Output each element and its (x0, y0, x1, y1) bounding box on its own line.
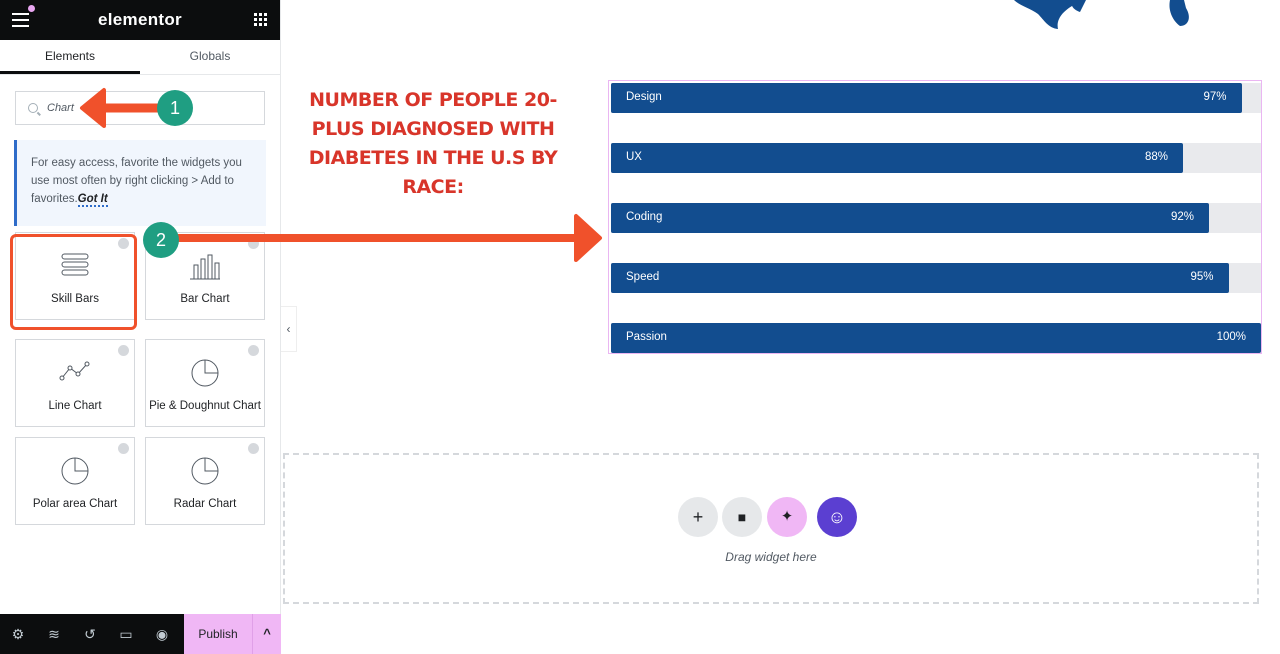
drop-zone[interactable]: + ■ ✦ ☺ Drag widget here (283, 453, 1259, 604)
hamburger-menu-icon[interactable] (12, 13, 29, 31)
tab-globals[interactable]: Globals (140, 40, 280, 74)
elementor-logo: elementor (98, 10, 182, 29)
apps-grid-icon[interactable] (254, 13, 267, 26)
skill-percent: 100% (1216, 331, 1246, 343)
skill-bar-fill: Speed 95% (611, 263, 1229, 293)
settings-icon[interactable]: ⚙ (0, 626, 36, 643)
preview-eye-icon[interactable]: ◉ (144, 626, 180, 643)
widget-radar-chart[interactable]: Radar Chart (145, 437, 265, 525)
chevron-up-icon[interactable]: ^ (252, 614, 281, 654)
panel-header: elementor (0, 0, 280, 40)
pro-icon (248, 238, 259, 249)
pro-icon (118, 443, 129, 454)
line-chart-icon (59, 361, 90, 381)
skill-name: Design (626, 91, 662, 103)
skill-bar-fill: Passion 100% (611, 323, 1261, 353)
skill-bar-track: Passion 100% (611, 323, 1261, 353)
skill-bar-track: UX 88% (611, 143, 1261, 173)
section-heading: Number of people 20-plus diagnosed with … (308, 89, 558, 198)
collapse-panel-button[interactable]: ‹ (281, 306, 297, 352)
bar-chart-icon (190, 254, 220, 280)
step-badge-2: 2 (143, 222, 179, 258)
elementor-kit-icon[interactable]: ☺ (817, 497, 857, 537)
pro-icon (248, 443, 259, 454)
skill-percent: 92% (1170, 211, 1194, 223)
widget-label: Line Chart (48, 400, 102, 412)
widget-line-chart[interactable]: Line Chart (15, 339, 135, 427)
step-badge-1: 1 (157, 90, 193, 126)
skill-bar-track: Speed 95% (611, 263, 1261, 293)
widget-label: Radar Chart (173, 498, 237, 510)
widget-polar-area-chart[interactable]: Polar area Chart (15, 437, 135, 525)
panel-footer: ⚙ ≋ ↺ ▭ ◉ Publish ^ (0, 614, 281, 654)
drag-widget-text: Drag widget here (725, 550, 817, 564)
layers-icon[interactable]: ≋ (36, 626, 72, 643)
search-icon (28, 103, 38, 113)
search-value: Chart (47, 102, 74, 114)
publish-button[interactable]: Publish (184, 614, 252, 654)
skill-bar-track: Coding 92% (611, 203, 1261, 233)
template-folder-icon[interactable]: ■ (722, 497, 762, 537)
skill-bar-fill: Design 97% (611, 83, 1242, 113)
widget-label: Polar area Chart (32, 498, 118, 510)
radar-chart-icon (191, 457, 219, 485)
tip-text: For easy access, favorite the widgets yo… (31, 157, 242, 205)
pro-icon (248, 345, 259, 356)
skill-name: UX (626, 151, 642, 163)
got-it-link[interactable]: Got It (77, 193, 108, 207)
map-graphic (1014, 0, 1189, 29)
responsive-icon[interactable]: ▭ (108, 626, 144, 643)
skill-bar-fill: UX 88% (611, 143, 1183, 173)
skill-name: Speed (626, 271, 660, 283)
skill-name: Passion (626, 331, 667, 343)
tab-elements[interactable]: Elements (0, 40, 140, 74)
elementor-panel: elementor Elements Globals Chart For eas… (0, 0, 281, 654)
skill-bar-fill: Coding 92% (611, 203, 1209, 233)
skill-bar-track: Design 97% (611, 83, 1261, 113)
widget-search-input[interactable]: Chart (15, 91, 265, 125)
skill-bars-highlight (10, 234, 137, 330)
add-section-plus-icon[interactable]: + (678, 497, 718, 537)
widget-pie-chart[interactable]: Pie & Doughnut Chart (145, 339, 265, 427)
skill-name: Coding (626, 211, 663, 223)
pro-icon (118, 345, 129, 356)
notification-dot (28, 5, 35, 12)
skill-percent: 88% (1144, 151, 1168, 163)
skill-percent: 95% (1190, 271, 1214, 283)
ai-sparkle-icon[interactable]: ✦ (767, 497, 807, 537)
widget-label: Bar Chart (180, 293, 230, 305)
pie-chart-icon (191, 359, 219, 387)
history-icon[interactable]: ↺ (72, 626, 108, 643)
polar-chart-icon (61, 457, 89, 485)
skill-percent: 97% (1203, 91, 1227, 103)
widget-label: Pie & Doughnut Chart (149, 400, 261, 412)
skill-bars-widget[interactable]: Design 97% UX 88% Coding 92% Speed 95% Passion 10… (608, 80, 1262, 354)
favorites-tip: For easy access, favorite the widgets yo… (14, 140, 266, 226)
